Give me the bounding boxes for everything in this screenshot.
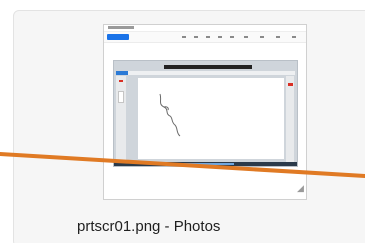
toolbar-tool-icon [206,36,210,38]
photos-toolbar [104,32,306,43]
photos-primary-button [107,34,129,40]
thumbnail-preview[interactable] [103,24,307,200]
file-card[interactable]: ◢ prtscr01.png - Photos [13,10,365,243]
nested-taskbar-icons [174,163,234,165]
nested-right-panel [286,76,294,162]
toolbar-tool-icon [194,36,198,38]
photos-titlebar [104,25,306,32]
toolbar-tool-icon [292,36,296,38]
toolbar-tool-icon [218,36,222,38]
toolbar-tool-icon [276,36,280,38]
resize-grip-icon[interactable]: ◢ [297,184,304,193]
nested-red-close [288,83,293,86]
nested-canvas [138,78,284,159]
toolbar-tool-icon [230,36,234,38]
nested-red-marker [119,80,123,82]
toolbar-tool-icon [260,36,264,38]
nested-taskbar [114,162,297,166]
nested-side-box [118,91,124,103]
nested-left-panel [116,76,126,162]
screenshot-stage: ◢ prtscr01.png - Photos [0,0,365,243]
toolbar-tool-icon [182,36,186,38]
nested-screenshot [113,60,298,167]
nested-file-tab [116,71,128,75]
photos-title-text [108,26,134,29]
file-caption: prtscr01.png - Photos [77,218,221,235]
nested-ribbon [116,71,295,75]
scribble-drawing [159,93,181,137]
nested-title-bar [164,65,252,69]
toolbar-tool-icon [244,36,248,38]
